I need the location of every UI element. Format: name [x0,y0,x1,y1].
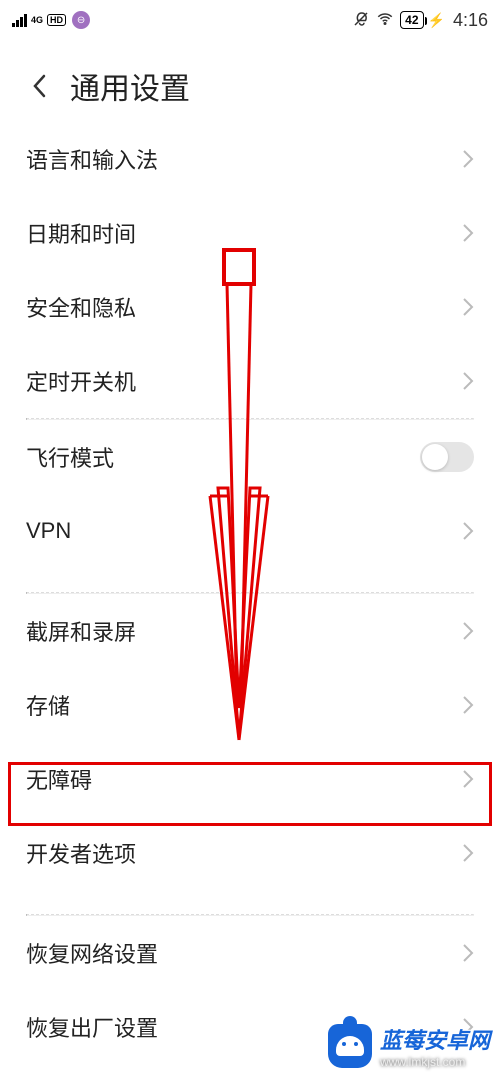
mute-icon [352,10,370,31]
chevron-right-icon [462,149,474,169]
row-accessibility[interactable]: 无障碍 [26,742,474,816]
row-language-input[interactable]: 语言和输入法 [26,122,474,196]
row-developer-options[interactable]: 开发者选项 [26,816,474,890]
watermark-title: 蓝莓安卓网 [380,1023,490,1055]
status-right: 42 ⚡ 4:16 [352,10,488,31]
watermark-url: www.lmkjst.com [380,1055,490,1069]
status-bar: 4G HD ⊖ 42 ⚡ 4:16 [0,0,500,40]
row-label: 恢复网络设置 [26,937,158,969]
page-title: 通用设置 [70,64,190,108]
chevron-right-icon [462,843,474,863]
clock: 4:16 [453,10,488,31]
chevron-right-icon [462,521,474,541]
row-label: 安全和隐私 [26,291,136,323]
chevron-right-icon [462,621,474,641]
row-date-time[interactable]: 日期和时间 [26,196,474,270]
row-label: 无障碍 [26,763,92,795]
network-type: 4G [31,16,43,24]
chevron-right-icon [462,769,474,789]
page-header: 通用设置 [0,40,500,122]
row-airplane-mode[interactable]: 飞行模式 [26,420,474,494]
signal-icon [12,13,27,27]
row-label: 恢复出厂设置 [26,1011,158,1043]
row-label: 存储 [26,689,70,721]
watermark-logo [328,1024,372,1068]
airplane-toggle[interactable] [420,442,474,472]
row-security-privacy[interactable]: 安全和隐私 [26,270,474,344]
usb-icon: ⊖ [72,11,90,29]
chevron-right-icon [462,297,474,317]
chevron-right-icon [462,695,474,715]
status-left: 4G HD ⊖ [12,11,90,29]
row-label: 定时开关机 [26,365,136,397]
charging-icon: ⚡ [428,12,445,29]
row-label: VPN [26,518,71,544]
row-label: 飞行模式 [26,441,114,473]
settings-list: 语言和输入法 日期和时间 安全和隐私 定时开关机 飞行模式 VPN 截屏和录屏 … [0,122,500,1064]
chevron-right-icon [462,371,474,391]
chevron-right-icon [462,223,474,243]
row-label: 语言和输入法 [26,143,158,175]
watermark: 蓝莓安卓网 www.lmkjst.com [328,1023,490,1069]
row-storage[interactable]: 存储 [26,668,474,742]
row-label: 截屏和录屏 [26,615,136,647]
chevron-right-icon [462,943,474,963]
row-scheduled-power[interactable]: 定时开关机 [26,344,474,418]
row-label: 开发者选项 [26,837,136,869]
row-screenshot-record[interactable]: 截屏和录屏 [26,594,474,668]
row-label: 日期和时间 [26,217,136,249]
hd-badge: HD [47,14,66,26]
row-vpn[interactable]: VPN [26,494,474,568]
row-reset-network[interactable]: 恢复网络设置 [26,916,474,990]
wifi-icon [376,10,394,31]
back-button[interactable] [32,74,46,98]
battery-icon: 42 [400,11,423,29]
